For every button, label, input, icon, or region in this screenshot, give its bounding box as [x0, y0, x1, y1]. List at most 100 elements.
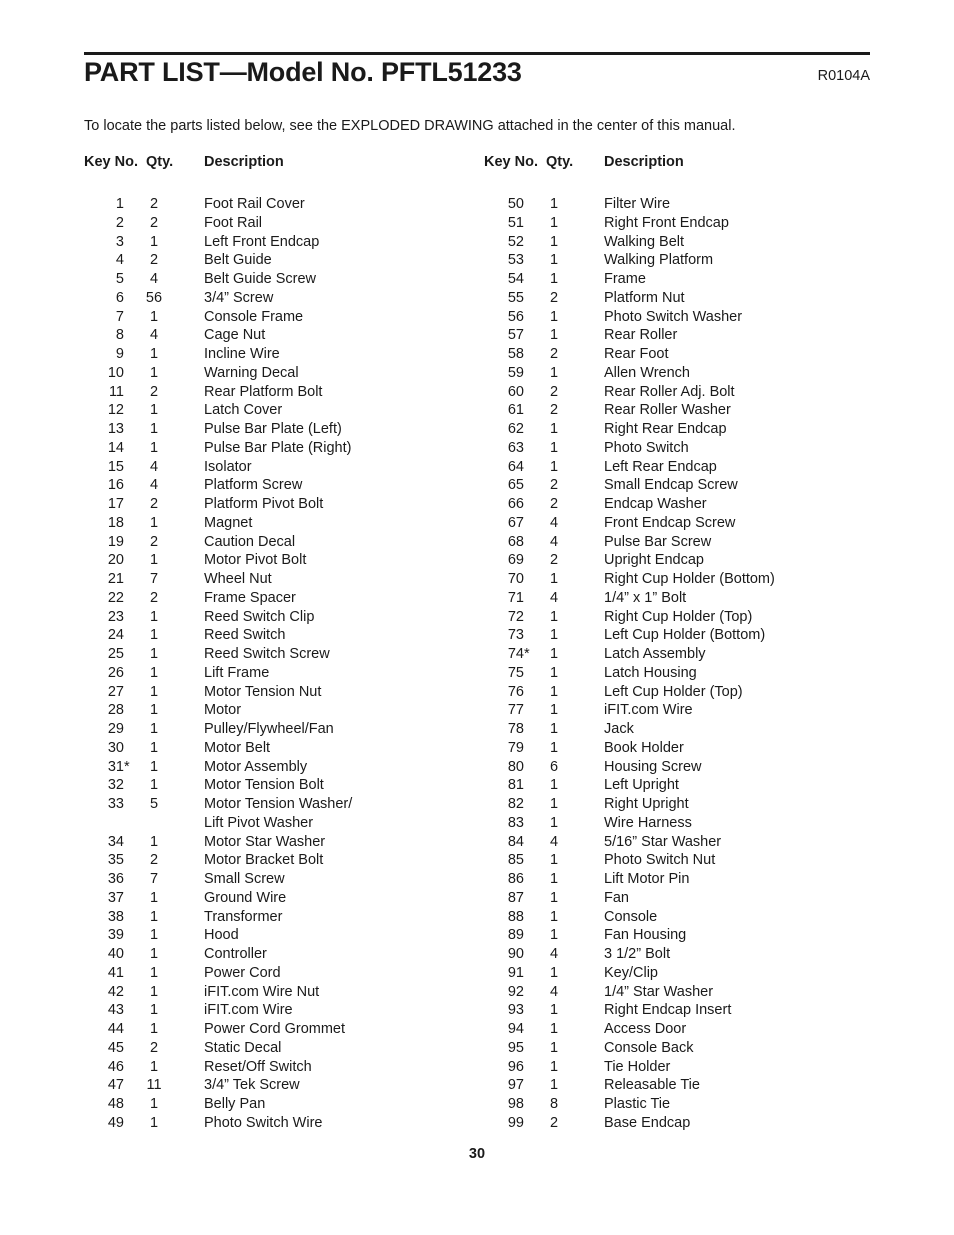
- cell-description: Reed Switch Screw: [204, 646, 330, 662]
- cell-qty: 4: [549, 589, 559, 606]
- cell-description: Housing Screw: [604, 758, 702, 775]
- table-row: 13 1 Pulse Bar Plate (Left): [84, 421, 504, 440]
- cell-key-no: 88: [507, 908, 524, 925]
- cell-qty: 8: [549, 1096, 559, 1112]
- cell-key-no: 75: [507, 664, 524, 681]
- cell-description: iFIT.com Wire Nut: [204, 983, 320, 1000]
- cell-key-no: 8: [115, 327, 124, 344]
- cell-description: Fan: [604, 889, 629, 906]
- cell-qty: 1: [149, 1021, 159, 1037]
- cell-qty: 1: [549, 439, 559, 456]
- cell-key-no: 6: [115, 289, 124, 306]
- cell-qty: 1: [549, 571, 559, 587]
- cell-key-no: 19: [107, 533, 124, 550]
- table-row: 41 1 Power Cord: [84, 965, 504, 984]
- cell-key-no: 65: [507, 477, 524, 494]
- table-row: 72 1 Right Cup Holder (Top): [484, 609, 904, 628]
- table-row: 45 2 Static Decal: [84, 1040, 504, 1059]
- header-qty: Qty.: [146, 154, 174, 170]
- cell-key-no: 57: [507, 327, 524, 344]
- cell-description: 5/16” Star Washer: [604, 833, 722, 850]
- cell-description: Motor Belt: [204, 739, 271, 756]
- table-row: 70 1 Right Cup Holder (Bottom): [484, 571, 904, 590]
- cell-key-no: 18: [107, 514, 124, 531]
- cell-key-no: 76: [507, 683, 524, 700]
- cell-qty: 2: [149, 383, 159, 400]
- cell-qty: 1: [149, 983, 159, 1000]
- cell-key-no: 27: [107, 683, 124, 700]
- cell-qty: 1: [549, 664, 559, 681]
- cell-qty: 1: [549, 1002, 559, 1019]
- cell-description: Right Cup Holder (Bottom): [604, 571, 775, 587]
- cell-qty: 2: [549, 383, 559, 400]
- cell-key-no: 73: [507, 627, 524, 644]
- cell-description: Pulley/Flywheel/Fan: [204, 721, 334, 737]
- table-row: 1 2 Foot Rail Cover: [84, 196, 504, 215]
- table-row: 52 1 Walking Belt: [484, 234, 904, 253]
- table-row: 17 2 Platform Pivot Bolt: [84, 496, 504, 515]
- cell-key-no: 13: [107, 421, 124, 437]
- table-row: 73 1 Left Cup Holder (Bottom): [484, 627, 904, 646]
- table-row: 4 2 Belt Guide: [84, 252, 504, 271]
- cell-description: Platform Nut: [604, 289, 685, 306]
- cell-key-no: 70: [507, 571, 524, 587]
- cell-key-no: 23: [107, 608, 124, 625]
- cell-qty: 2: [549, 289, 559, 306]
- cell-description: Pulse Bar Plate (Left): [204, 421, 342, 437]
- cell-qty: 1: [549, 1077, 559, 1094]
- cell-key-no: 43: [107, 1002, 124, 1019]
- cell-qty: 4: [549, 946, 559, 962]
- cell-qty: 1: [549, 1039, 559, 1056]
- cell-description: Left Front Endcap: [204, 233, 320, 250]
- cell-qty: 1: [149, 514, 159, 531]
- cell-description: Photo Switch Nut: [604, 852, 716, 869]
- cell-key-no: 90: [507, 946, 524, 962]
- table-row: 98 8 Plastic Tie: [484, 1096, 904, 1115]
- table-row-continuation: Lift Pivot Washer: [84, 815, 504, 834]
- cell-description: Console: [604, 908, 658, 925]
- table-row: 14 1 Pulse Bar Plate (Right): [84, 440, 504, 459]
- table-row: 79 1 Book Holder: [484, 740, 904, 759]
- cell-qty: 1: [549, 214, 559, 231]
- cell-qty: 1: [149, 308, 159, 325]
- cell-key-no: 36: [107, 871, 124, 887]
- header-key-no: Key No.: [84, 154, 138, 170]
- cell-description: Lift Motor Pin: [604, 871, 690, 887]
- cell-key-no: 78: [507, 721, 524, 737]
- cell-key-no: 51: [507, 214, 524, 231]
- table-row: 10 1 Warning Decal: [84, 365, 504, 384]
- table-row: 37 1 Ground Wire: [84, 890, 504, 909]
- cell-key-no: 17: [107, 496, 124, 512]
- table-row: 35 2 Motor Bracket Bolt: [84, 852, 504, 871]
- cell-description: Console Back: [604, 1039, 694, 1056]
- cell-description: 3/4” Tek Screw: [204, 1077, 300, 1094]
- cell-key-no: 10: [107, 364, 124, 381]
- cell-key-no: 63: [507, 439, 524, 456]
- cell-key-no: 89: [507, 927, 524, 944]
- table-row: 6 56 3/4” Screw: [84, 290, 504, 309]
- cell-qty: 1: [549, 196, 559, 212]
- cell-description: Front Endcap Screw: [604, 514, 736, 531]
- table-row: 49 1 Photo Switch Wire: [84, 1115, 504, 1134]
- cell-description: Motor: [204, 702, 242, 719]
- cell-description: Static Decal: [204, 1039, 282, 1056]
- cell-qty: 1: [149, 946, 159, 962]
- table-row: 21 7 Wheel Nut: [84, 571, 504, 590]
- cell-description: Motor Bracket Bolt: [204, 852, 324, 869]
- cell-description: 3 1/2” Bolt: [604, 946, 671, 962]
- cell-description: Latch Housing: [604, 664, 697, 681]
- cell-description: Releasable Tie: [604, 1077, 700, 1094]
- table-row: 61 2 Rear Roller Washer: [484, 402, 904, 421]
- cell-qty: 1: [149, 1114, 159, 1131]
- cell-key-no: 41: [107, 964, 124, 981]
- cell-qty: 1: [549, 777, 559, 794]
- page-title: PART LIST—Model No. PFTL51233: [84, 57, 522, 87]
- cell-description: Right Upright: [604, 796, 689, 812]
- cell-description: Latch Cover: [204, 402, 283, 419]
- cell-qty: 1: [549, 871, 559, 887]
- cell-key-no: 56: [507, 308, 524, 325]
- cell-qty: 1: [549, 646, 559, 662]
- cell-description: Walking Belt: [604, 233, 685, 250]
- cell-description: Isolator: [204, 458, 252, 475]
- table-row: 53 1 Walking Platform: [484, 252, 904, 271]
